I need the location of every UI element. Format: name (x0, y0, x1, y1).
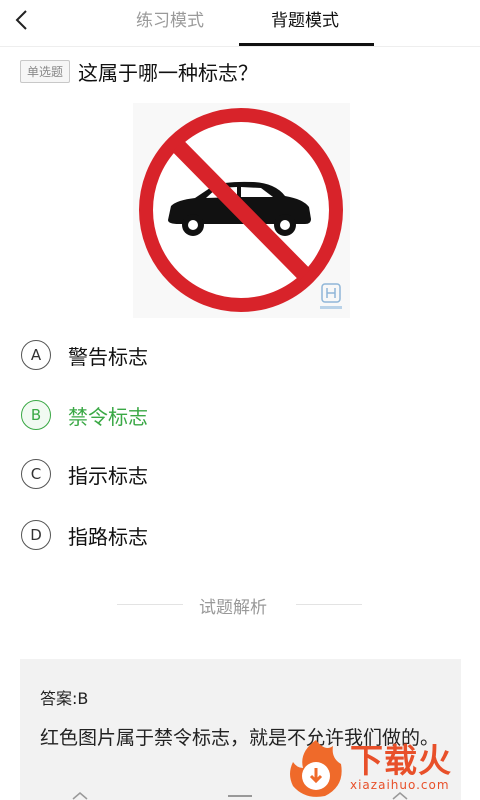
tab-practice-mode[interactable]: 练习模式 (136, 6, 204, 31)
option-label: 指示标志 (68, 463, 148, 488)
option-letter-badge: D (21, 520, 51, 550)
image-watermark-icon (320, 283, 342, 309)
option-a[interactable]: A 警告标志 (21, 338, 148, 372)
divider (117, 604, 183, 605)
option-b[interactable]: B 禁令标志 (21, 398, 148, 432)
option-label: 警告标志 (68, 344, 148, 369)
option-label: 禁令标志 (68, 404, 148, 429)
analysis-title: 试题解析 (199, 598, 267, 618)
top-bar: 练习模式 背题模式 (0, 0, 480, 47)
option-label: 指路标志 (68, 524, 148, 549)
analysis-header: 试题解析 (0, 593, 480, 618)
back-button[interactable] (8, 6, 36, 34)
brand-name: 下载火 (350, 741, 452, 780)
flame-icon (290, 740, 342, 797)
list-icon[interactable] (228, 794, 252, 800)
option-d[interactable]: D 指路标志 (21, 518, 148, 552)
question-text: 这属于哪一种标志？ (78, 60, 259, 85)
answer-label: 答案:B (40, 689, 89, 708)
tab-recite-mode[interactable]: 背题模式 (271, 6, 339, 31)
option-c[interactable]: C 指示标志 (21, 457, 148, 491)
active-tab-indicator (239, 43, 374, 46)
question-row: 单选题 这属于哪一种标志？ (20, 56, 258, 86)
up-arrow-icon[interactable] (72, 792, 88, 800)
option-letter-badge: A (21, 340, 51, 370)
brand-url: xiazaihuo.com (350, 778, 450, 792)
divider (296, 604, 362, 605)
chevron-left-icon (15, 10, 27, 30)
option-letter-badge: B (21, 400, 51, 430)
option-letter-badge: C (21, 459, 51, 489)
question-type-badge: 单选题 (20, 59, 71, 83)
site-watermark-logo: 下载火 xiazaihuo.com (283, 738, 480, 800)
